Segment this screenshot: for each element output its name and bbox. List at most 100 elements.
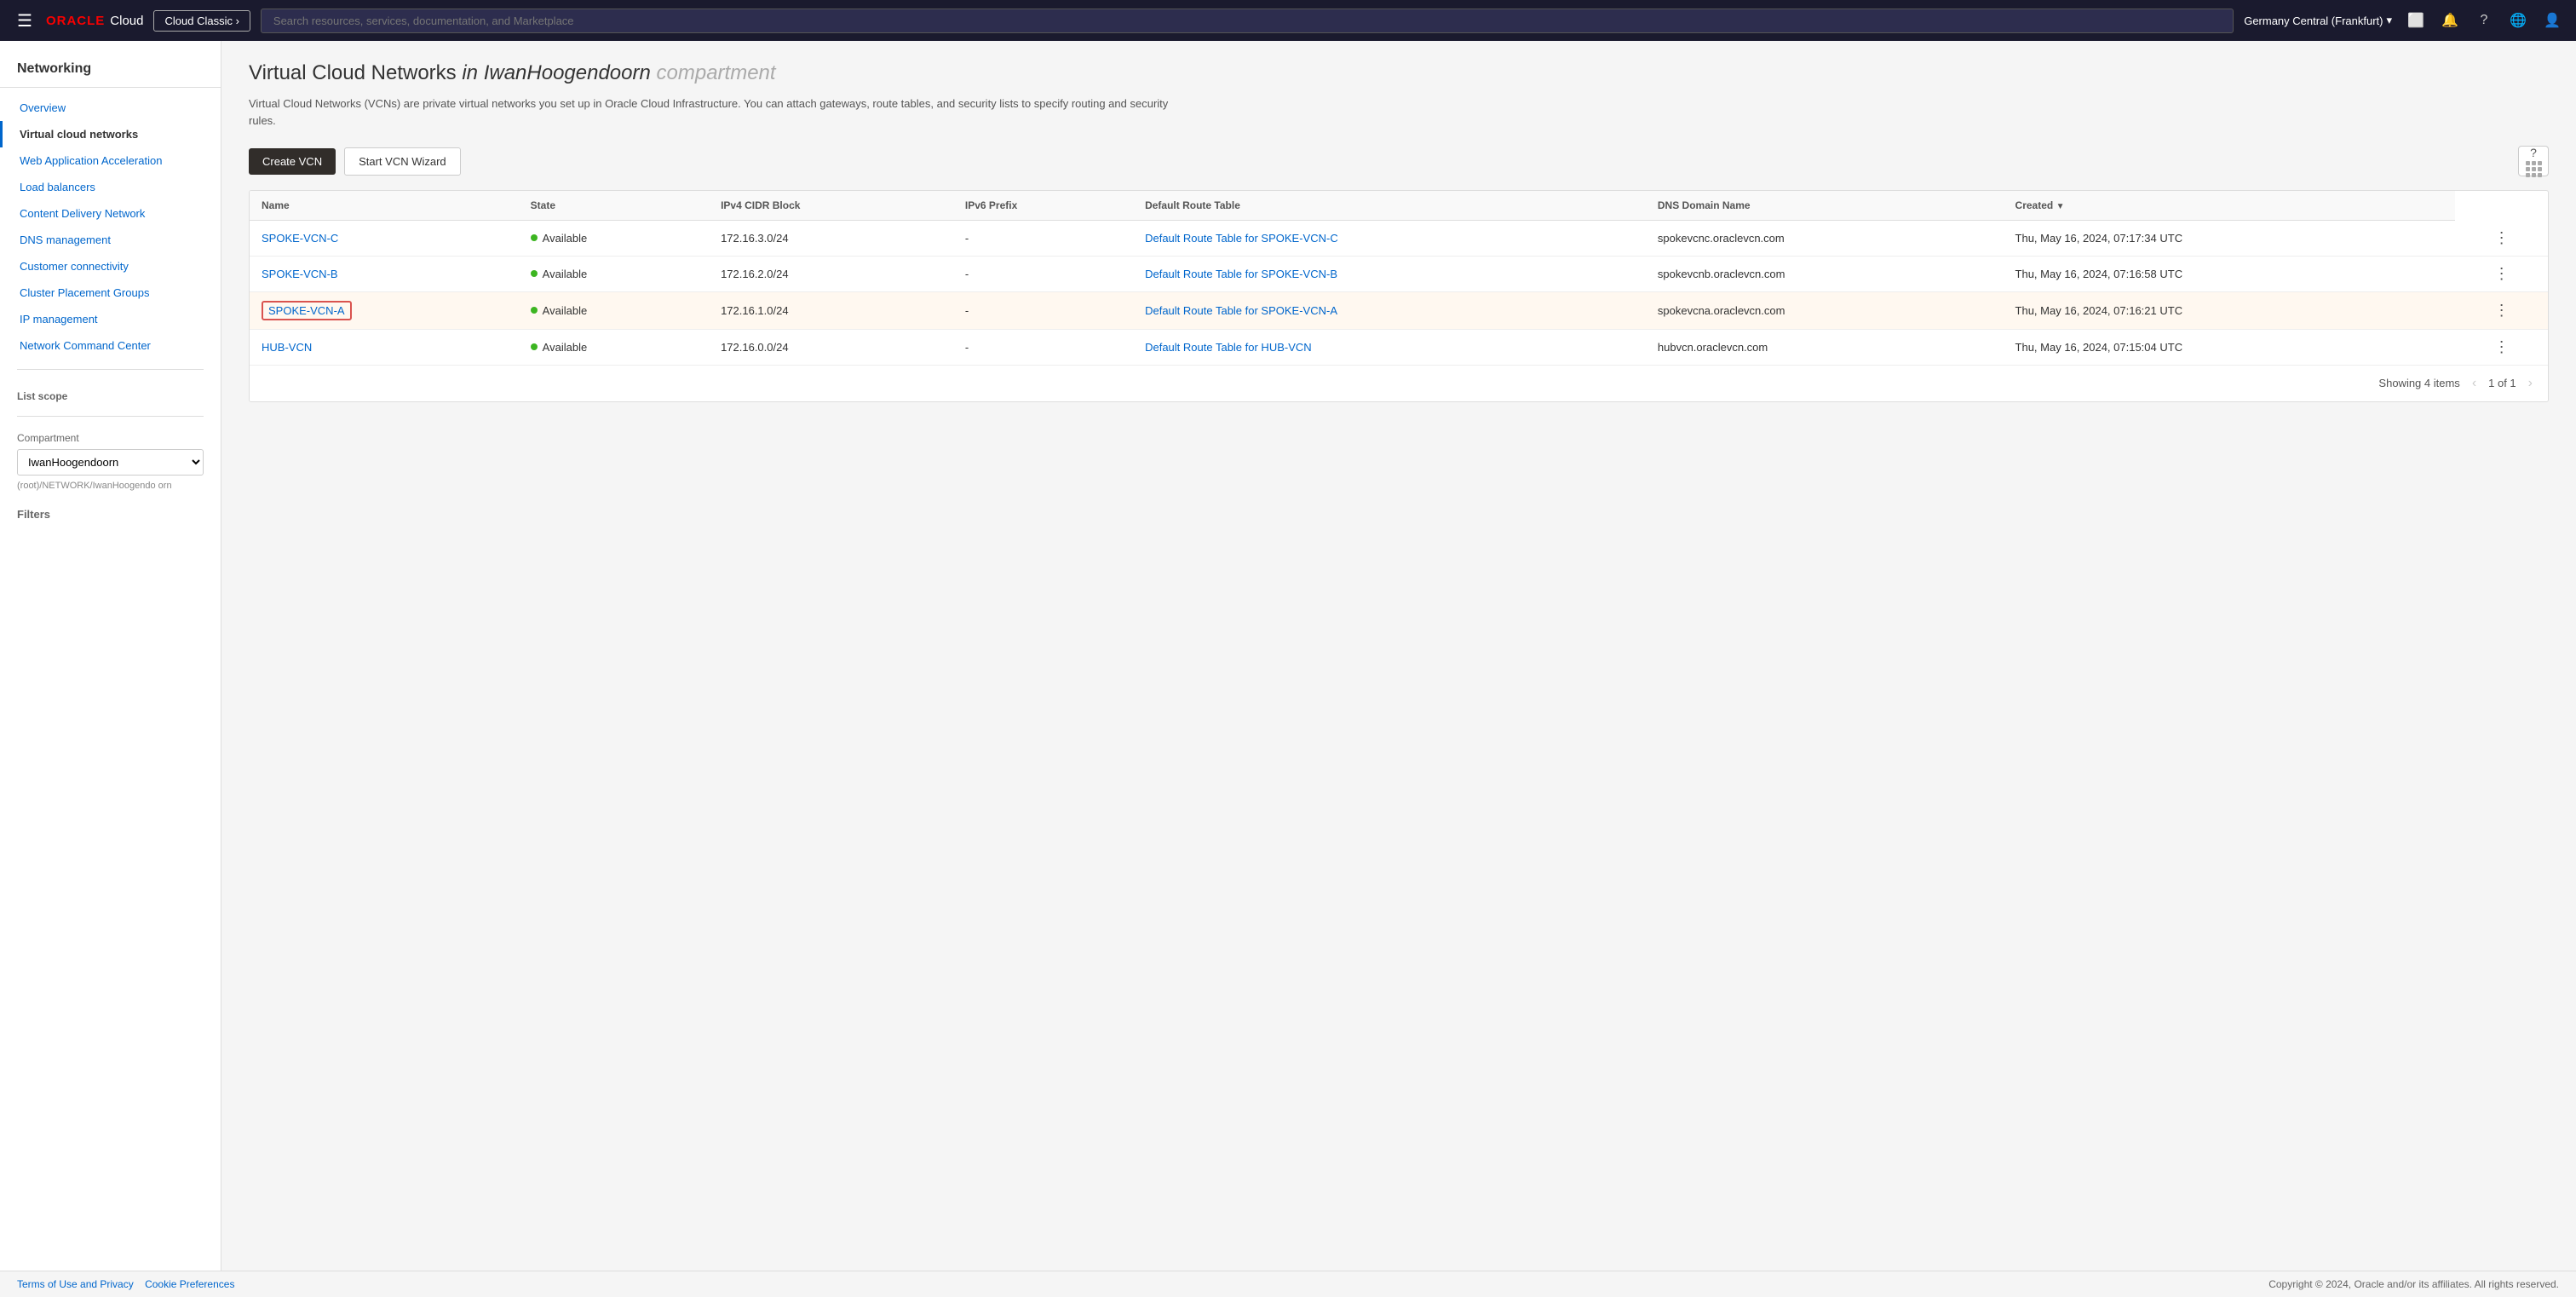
start-vcn-wizard-button[interactable]: Start VCN Wizard <box>344 147 461 176</box>
ipv4-cell: 172.16.0.0/24 <box>709 329 953 365</box>
status-dot-icon <box>531 270 538 277</box>
sidebar-item-virtual-cloud-networks[interactable]: Virtual cloud networks <box>0 121 221 147</box>
dns-cell: spokevcnc.oraclevcn.com <box>1646 221 2004 257</box>
globe-icon[interactable]: 🌐 <box>2508 10 2528 31</box>
status-dot-icon <box>531 307 538 314</box>
column-header-name: Name <box>250 191 519 221</box>
table-body: SPOKE-VCN-CAvailable172.16.3.0/24-Defaul… <box>250 221 2548 365</box>
table-row: SPOKE-VCN-A Available 172.16.1.0/24-Defaul… <box>250 291 2548 329</box>
compartment-label: Compartment <box>0 427 221 446</box>
bell-icon[interactable]: 🔔 <box>2440 10 2460 31</box>
state-cell: Available <box>531 341 697 354</box>
dns-cell: spokevcnb.oraclevcn.com <box>1646 256 2004 291</box>
route-table-link[interactable]: Default Route Table for SPOKE-VCN-A <box>1145 304 1337 317</box>
cloud-classic-button[interactable]: Cloud Classic › <box>153 10 250 32</box>
ipv6-cell: - <box>953 329 1133 365</box>
sidebar-title: Networking <box>0 61 221 88</box>
status-dot-icon <box>531 343 538 350</box>
showing-count: Showing 4 items <box>2378 377 2459 389</box>
page-title-in: in <box>462 61 478 84</box>
table-footer: Showing 4 items ‹ 1 of 1 › <box>250 365 2548 401</box>
list-scope-title: List scope <box>0 380 221 406</box>
column-header-dns-domain-name: DNS Domain Name <box>1646 191 2004 221</box>
state-cell: Available <box>531 268 697 280</box>
region-selector[interactable]: Germany Central (Frankfurt) ▾ <box>2244 14 2392 27</box>
created-cell: Thu, May 16, 2024, 07:17:34 UTC <box>2004 221 2456 257</box>
compartment-path: (root)/NETWORK/IwanHoogendo orn <box>0 479 221 498</box>
table-row: SPOKE-VCN-C Available 172.16.3.0/24-Defaul… <box>250 221 2548 257</box>
search-input[interactable] <box>261 9 2234 33</box>
context-help-button[interactable]: ? <box>2518 146 2549 176</box>
list-scope-divider <box>17 416 204 417</box>
column-header-ipv4-cidr-block: IPv4 CIDR Block <box>709 191 953 221</box>
ipv4-cell: 172.16.2.0/24 <box>709 256 953 291</box>
footer-copyright: Copyright © 2024, Oracle and/or its affi… <box>2268 1278 2559 1290</box>
user-avatar-icon[interactable]: 👤 <box>2542 10 2562 31</box>
help-question-icon: ? <box>2530 146 2537 159</box>
state-cell: Available <box>531 304 697 317</box>
sidebar-item-overview[interactable]: Overview <box>0 95 221 121</box>
row-action-menu[interactable]: ⋮ <box>2455 291 2548 329</box>
sidebar-item-web-app-acceleration[interactable]: Web Application Acceleration <box>0 147 221 174</box>
row-action-menu[interactable]: ⋮ <box>2455 221 2548 257</box>
compartment-name: IwanHoogendoorn <box>484 61 651 84</box>
topnav-right: Germany Central (Frankfurt) ▾ ⬜ 🔔 ? 🌐 👤 <box>2244 10 2562 31</box>
table-header: NameStateIPv4 CIDR BlockIPv6 PrefixDefau… <box>250 191 2548 221</box>
sidebar-item-load-balancers[interactable]: Load balancers <box>0 174 221 200</box>
sidebar-item-ip-management[interactable]: IP management <box>0 306 221 332</box>
vcn-name-link[interactable]: SPOKE-VCN-C <box>262 232 338 245</box>
footer-left: Terms of Use and Privacy Cookie Preferen… <box>17 1278 234 1290</box>
created-cell: Thu, May 16, 2024, 07:16:58 UTC <box>2004 256 2456 291</box>
vcn-name-link[interactable]: HUB-VCN <box>262 341 312 354</box>
create-vcn-button[interactable]: Create VCN <box>249 148 336 175</box>
created-cell: Thu, May 16, 2024, 07:16:21 UTC <box>2004 291 2456 329</box>
ipv4-cell: 172.16.3.0/24 <box>709 221 953 257</box>
state-cell: Available <box>531 232 697 245</box>
dns-cell: spokevcna.oraclevcn.com <box>1646 291 2004 329</box>
cookie-preferences-link[interactable]: Cookie Preferences <box>145 1278 234 1290</box>
help-icon[interactable]: ? <box>2474 10 2494 31</box>
footer: Terms of Use and Privacy Cookie Preferen… <box>0 1271 2576 1297</box>
region-label: Germany Central (Frankfurt) <box>2244 14 2383 27</box>
column-header-state: State <box>519 191 709 221</box>
row-action-menu[interactable]: ⋮ <box>2455 256 2548 291</box>
toolbar: Create VCN Start VCN Wizard ? <box>249 146 2549 176</box>
cloud-wordmark: Cloud <box>110 14 143 28</box>
created-cell: Thu, May 16, 2024, 07:15:04 UTC <box>2004 329 2456 365</box>
table-row: HUB-VCN Available 172.16.0.0/24-Default Ro… <box>250 329 2548 365</box>
compartment-select[interactable]: IwanHoogendoorn <box>17 449 204 476</box>
oracle-wordmark: ORACLE <box>46 14 105 28</box>
pagination-next-button[interactable]: › <box>2525 374 2536 393</box>
monitor-icon[interactable]: ⬜ <box>2406 10 2426 31</box>
route-table-link[interactable]: Default Route Table for SPOKE-VCN-C <box>1145 232 1338 245</box>
pagination-prev-button[interactable]: ‹ <box>2469 374 2480 393</box>
terms-link[interactable]: Terms of Use and Privacy <box>17 1278 134 1290</box>
pagination-label: 1 of 1 <box>2488 377 2516 389</box>
row-action-menu[interactable]: ⋮ <box>2455 329 2548 365</box>
sidebar-item-customer-connectivity[interactable]: Customer connectivity <box>0 253 221 280</box>
sidebar-item-network-command-center[interactable]: Network Command Center <box>0 332 221 359</box>
column-header-ipv6-prefix: IPv6 Prefix <box>953 191 1133 221</box>
filters-label: Filters <box>0 498 221 524</box>
vcn-table: NameStateIPv4 CIDR BlockIPv6 Prefix Defau… <box>250 191 2548 365</box>
page-title: Virtual Cloud Networks in IwanHoogendoor… <box>249 61 2549 85</box>
vcn-name-link[interactable]: SPOKE-VCN-B <box>262 268 338 280</box>
route-table-link[interactable]: Default Route Table for HUB-VCN <box>1145 341 1312 354</box>
table-row: SPOKE-VCN-BAvailable172.16.2.0/24-Defaul… <box>250 256 2548 291</box>
page-title-prefix: Virtual Cloud Networks <box>249 61 457 84</box>
hamburger-menu-icon[interactable]: ☰ <box>14 7 36 35</box>
vcn-name-link[interactable]: SPOKE-VCN-A <box>262 301 352 320</box>
ipv6-cell: - <box>953 221 1133 257</box>
status-dot-icon <box>531 234 538 241</box>
ipv4-cell: 172.16.1.0/24 <box>709 291 953 329</box>
column-header-created[interactable]: Created ▼ <box>2004 191 2456 221</box>
vcn-table-container: NameStateIPv4 CIDR BlockIPv6 Prefix Defau… <box>249 190 2549 402</box>
route-table-link[interactable]: Default Route Table for SPOKE-VCN-B <box>1145 268 1337 280</box>
oracle-logo: ORACLE Cloud <box>46 14 144 28</box>
ipv6-cell: - <box>953 291 1133 329</box>
sidebar-divider <box>17 369 204 370</box>
sidebar-item-dns-management[interactable]: DNS management <box>0 227 221 253</box>
grid-icon <box>2526 161 2542 177</box>
sidebar-item-cdn[interactable]: Content Delivery Network <box>0 200 221 227</box>
sidebar-item-cluster-placement-groups[interactable]: Cluster Placement Groups <box>0 280 221 306</box>
